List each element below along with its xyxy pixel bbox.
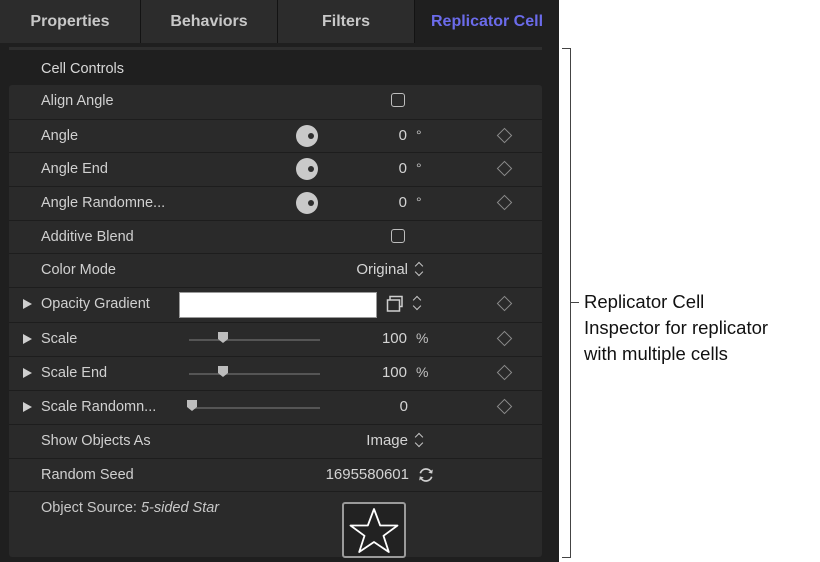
- inspector-panel: Properties Behaviors Filters Replicator …: [0, 0, 559, 562]
- opacity-gradient-chevron-icon[interactable]: [412, 294, 422, 312]
- header-divider: [9, 47, 542, 50]
- angle-value[interactable]: 0: [399, 127, 407, 144]
- callout-annotation: Replicator Cell Inspector for replicator…: [584, 289, 820, 367]
- cell-controls-rows: Align Angle Angle 0 ° Angle End 0 ° Angl…: [9, 85, 542, 558]
- scale-end-unit: %: [416, 364, 429, 380]
- scale-randomness-value[interactable]: 0: [400, 398, 408, 415]
- scale-unit: %: [416, 330, 429, 346]
- callout-line-3: with multiple cells: [584, 343, 728, 364]
- angle-unit: °: [416, 127, 422, 143]
- row-color-mode: Color Mode Original: [9, 253, 542, 285]
- scale-end-slider-thumb[interactable]: [217, 365, 229, 378]
- tab-filters[interactable]: Filters: [278, 0, 415, 43]
- row-scale-end: Scale End 100 %: [9, 356, 542, 388]
- angle-end-label: Angle End: [41, 161, 108, 177]
- scale-end-slider-track[interactable]: [189, 373, 320, 375]
- row-opacity-gradient: Opacity Gradient: [9, 287, 542, 319]
- callout-line-2: Inspector for replicator: [584, 317, 769, 338]
- align-angle-checkbox[interactable]: [391, 93, 405, 107]
- color-mode-chevron-icon[interactable]: [414, 260, 424, 278]
- object-source-label: Object Source: 5-sided Star: [41, 500, 219, 516]
- row-angle-end: Angle End 0 °: [9, 152, 542, 184]
- gradient-preset-icon[interactable]: [386, 295, 404, 313]
- generate-seed-icon[interactable]: [416, 465, 436, 485]
- scale-label: Scale: [41, 331, 78, 347]
- scale-randomness-label: Scale Randomn...: [41, 399, 157, 415]
- tab-replicator-cell[interactable]: Replicator Cell: [415, 0, 559, 43]
- scale-keyframe-icon[interactable]: [496, 330, 513, 347]
- tab-properties[interactable]: Properties: [0, 0, 141, 43]
- scale-randomness-keyframe-icon[interactable]: [496, 398, 513, 415]
- show-objects-as-label: Show Objects As: [41, 433, 151, 449]
- random-seed-value[interactable]: 1695580601: [326, 466, 409, 483]
- angle-label: Angle: [41, 128, 79, 144]
- angle-randomness-keyframe-icon[interactable]: [496, 194, 513, 211]
- angle-randomness-dial-icon[interactable]: [296, 192, 318, 214]
- object-source-label-text: Object Source:: [41, 500, 137, 516]
- star-icon: [349, 508, 399, 553]
- row-angle-randomness: Angle Randomne... 0 °: [9, 186, 542, 218]
- angle-keyframe-icon[interactable]: [496, 127, 513, 144]
- color-mode-label: Color Mode: [41, 262, 116, 278]
- row-scale-randomness: Scale Randomn... 0: [9, 390, 542, 422]
- additive-blend-checkbox[interactable]: [391, 229, 405, 243]
- scale-randomness-disclosure-icon[interactable]: [23, 402, 32, 412]
- scale-slider-thumb[interactable]: [217, 331, 229, 344]
- opacity-gradient-disclosure-icon[interactable]: [23, 299, 32, 309]
- angle-randomness-label: Angle Randomne...: [41, 195, 166, 211]
- opacity-gradient-label: Opacity Gradient: [41, 296, 150, 312]
- row-show-objects-as: Show Objects As Image: [9, 424, 542, 456]
- angle-end-dial-icon[interactable]: [296, 158, 318, 180]
- align-angle-label: Align Angle: [41, 93, 114, 109]
- row-align-angle: Align Angle: [9, 85, 542, 117]
- tab-behaviors[interactable]: Behaviors: [141, 0, 278, 43]
- angle-randomness-value[interactable]: 0: [399, 194, 407, 211]
- row-angle: Angle 0 °: [9, 119, 542, 151]
- angle-dial-icon[interactable]: [296, 125, 318, 147]
- scale-randomness-slider-track[interactable]: [189, 407, 320, 409]
- opacity-gradient-well[interactable]: [179, 292, 377, 318]
- scale-end-label: Scale End: [41, 365, 108, 381]
- show-objects-as-popup[interactable]: Image: [366, 432, 408, 449]
- angle-end-keyframe-icon[interactable]: [496, 160, 513, 177]
- scale-disclosure-icon[interactable]: [23, 334, 32, 344]
- group-header-cell-controls: Cell Controls: [41, 61, 124, 77]
- row-random-seed: Random Seed 1695580601: [9, 458, 542, 490]
- annotation-bracket: [562, 48, 571, 558]
- object-source-well[interactable]: [342, 502, 406, 558]
- angle-end-value[interactable]: 0: [399, 160, 407, 177]
- opacity-gradient-keyframe-icon[interactable]: [496, 295, 513, 312]
- scale-randomness-slider-thumb[interactable]: [186, 399, 198, 412]
- scale-slider-track[interactable]: [189, 339, 320, 341]
- row-scale: Scale 100 %: [9, 322, 542, 354]
- inspector-tabs: Properties Behaviors Filters Replicator …: [0, 0, 559, 43]
- row-additive-blend: Additive Blend: [9, 220, 542, 252]
- show-objects-as-chevron-icon[interactable]: [414, 431, 424, 449]
- angle-randomness-unit: °: [416, 194, 422, 210]
- callout-line-1: Replicator Cell: [584, 291, 705, 312]
- random-seed-label: Random Seed: [41, 467, 134, 483]
- scale-end-disclosure-icon[interactable]: [23, 368, 32, 378]
- row-object-source: Object Source: 5-sided Star: [9, 491, 542, 558]
- scale-end-keyframe-icon[interactable]: [496, 364, 513, 381]
- additive-blend-label: Additive Blend: [41, 229, 134, 245]
- color-mode-popup[interactable]: Original: [356, 261, 408, 278]
- object-source-name: 5-sided Star: [140, 500, 220, 516]
- scale-value[interactable]: 100: [382, 330, 407, 347]
- annotation-bracket-tick: [570, 302, 579, 303]
- angle-end-unit: °: [416, 160, 422, 176]
- scale-end-value[interactable]: 100: [382, 364, 407, 381]
